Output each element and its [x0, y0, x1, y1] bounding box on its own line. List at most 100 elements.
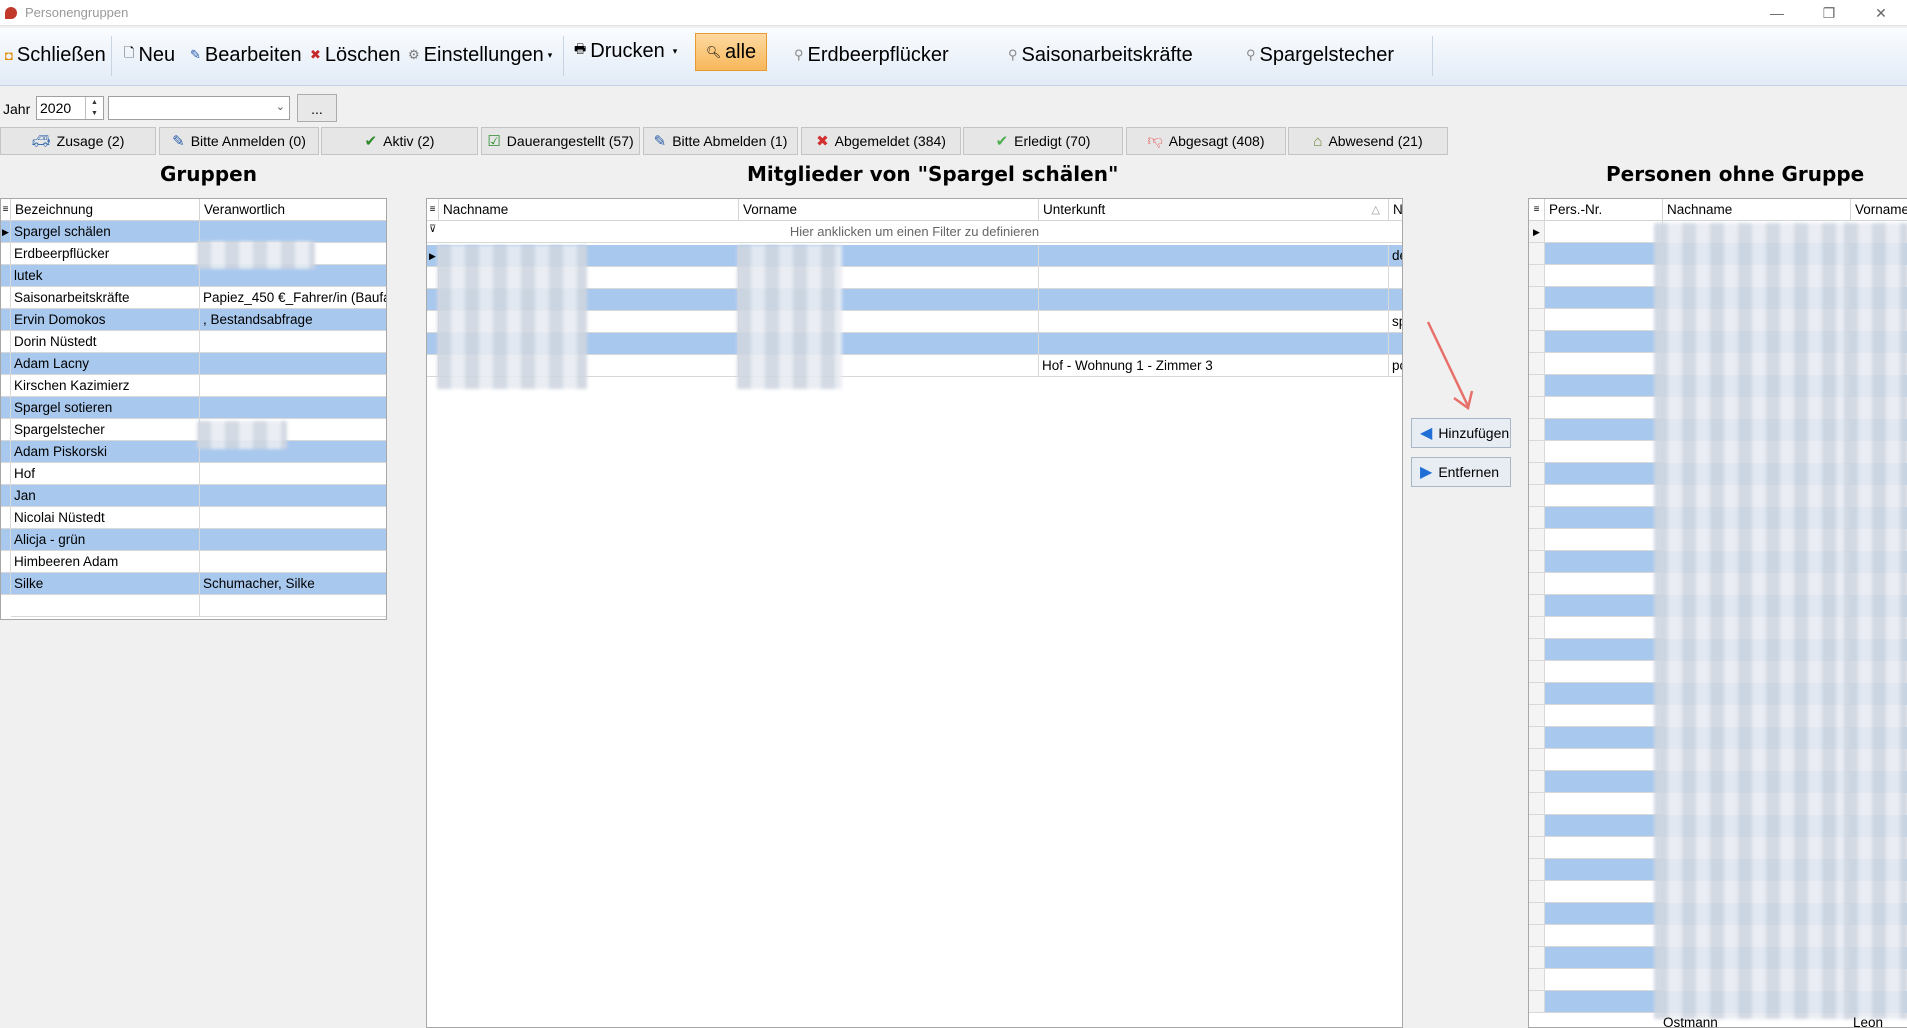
- group-select[interactable]: ⌄: [108, 96, 290, 120]
- row-selector[interactable]: [1529, 837, 1545, 859]
- column-chooser-icon[interactable]: ≡: [1, 199, 11, 221]
- table-row[interactable]: Hof: [1, 463, 386, 485]
- row-indicator-icon[interactable]: ▶: [1529, 221, 1545, 243]
- minimize-button[interactable]: —: [1751, 0, 1803, 26]
- year-spinner[interactable]: 2020 ▲ ▼: [36, 96, 104, 120]
- table-row[interactable]: Erdbeerpflücker: [1, 243, 386, 265]
- row-selector[interactable]: [1, 419, 11, 441]
- row-selector[interactable]: [1, 573, 11, 595]
- column-header-pers-nr[interactable]: Pers.-Nr.: [1545, 199, 1663, 221]
- table-row[interactable]: Spargel sotieren: [1, 397, 386, 419]
- row-selector[interactable]: [1, 331, 11, 353]
- browse-button[interactable]: ...: [297, 94, 337, 122]
- groups-grid[interactable]: ≡ Bezeichnung Veranwortlich ▶ Spargel sch…: [0, 198, 387, 620]
- print-button[interactable]: 🖶 Drucken ▾: [574, 36, 677, 66]
- filter-spargelstecher-button[interactable]: ⚲ Spargelstecher: [1246, 40, 1394, 70]
- row-selector[interactable]: [1529, 331, 1545, 353]
- row-selector[interactable]: [1529, 881, 1545, 903]
- row-selector[interactable]: [1529, 595, 1545, 617]
- row-selector[interactable]: [1529, 375, 1545, 397]
- column-header-nachname[interactable]: Nachname: [439, 199, 739, 221]
- row-selector[interactable]: [1529, 771, 1545, 793]
- row-selector[interactable]: [1529, 287, 1545, 309]
- row-selector[interactable]: [1, 507, 11, 529]
- row-selector[interactable]: [1529, 969, 1545, 991]
- table-row[interactable]: Ervin Domokos, Bestandsabfrage: [1, 309, 386, 331]
- column-header-veranwortlich[interactable]: Veranwortlich: [200, 199, 386, 221]
- table-row[interactable]: ▶ Spargel schälen: [1, 221, 386, 243]
- row-selector[interactable]: [1529, 243, 1545, 265]
- table-row[interactable]: Saisonarbeitskräfte Papiez_450 €_Fahrer/i…: [1, 287, 386, 309]
- status-aktiv-button[interactable]: ✔ Aktiv (2): [321, 127, 478, 155]
- row-selector[interactable]: [1529, 661, 1545, 683]
- row-selector[interactable]: [1529, 815, 1545, 837]
- table-row[interactable]: Himbeeren Adam: [1, 551, 386, 573]
- row-selector[interactable]: [1529, 793, 1545, 815]
- row-selector[interactable]: [1529, 309, 1545, 331]
- ungrouped-grid[interactable]: ≡ Pers.-Nr. Nachname Vorname ▶ Ostmann L…: [1528, 198, 1907, 1028]
- table-row[interactable]: Adam Lacny: [1, 353, 386, 375]
- status-abwesend-button[interactable]: ⌂ Abwesend (21): [1288, 127, 1448, 155]
- row-selector[interactable]: [1529, 683, 1545, 705]
- row-selector[interactable]: [1, 551, 11, 573]
- new-row[interactable]: [1, 595, 386, 617]
- row-selector[interactable]: [1529, 419, 1545, 441]
- new-button[interactable]: 🗋 Neu: [124, 40, 175, 70]
- row-selector[interactable]: [1, 397, 11, 419]
- delete-button[interactable]: ✖ Löschen: [310, 40, 401, 70]
- table-row[interactable]: Silke Schumacher, Silke: [1, 573, 386, 595]
- row-selector[interactable]: [1, 375, 11, 397]
- row-selector[interactable]: [1529, 727, 1545, 749]
- row-selector[interactable]: [1, 441, 11, 463]
- row-selector[interactable]: [1529, 463, 1545, 485]
- row-selector[interactable]: [1529, 573, 1545, 595]
- add-button[interactable]: ◀ Hinzufügen: [1411, 418, 1511, 448]
- edit-button[interactable]: ✎ Bearbeiten: [190, 40, 302, 70]
- row-selector[interactable]: [1, 485, 11, 507]
- row-selector[interactable]: [1529, 507, 1545, 529]
- row-selector[interactable]: [1529, 485, 1545, 507]
- row-selector[interactable]: [1529, 639, 1545, 661]
- column-header-vorname[interactable]: Vorname: [739, 199, 1039, 221]
- table-row[interactable]: Spargelstecher: [1, 419, 386, 441]
- column-header-na[interactable]: Na: [1389, 199, 1402, 221]
- row-selector[interactable]: [1529, 947, 1545, 969]
- row-indicator-icon[interactable]: ▶: [1, 221, 11, 243]
- row-selector[interactable]: [1529, 397, 1545, 419]
- table-row[interactable]: Adam Piskorski: [1, 441, 386, 463]
- row-selector[interactable]: [1, 287, 11, 309]
- row-selector[interactable]: [1, 463, 11, 485]
- column-header-unterkunft[interactable]: Unterkunft △: [1039, 199, 1389, 221]
- table-row[interactable]: Jan: [1, 485, 386, 507]
- column-chooser-icon[interactable]: ≡: [1529, 199, 1545, 221]
- status-erledigt-button[interactable]: ✔ Erledigt (70): [963, 127, 1123, 155]
- status-abgesagt-button[interactable]: 👎︎ Abgesagt (408): [1126, 127, 1286, 155]
- row-selector[interactable]: [1529, 991, 1545, 1013]
- table-row[interactable]: lutek: [1, 265, 386, 287]
- settings-button[interactable]: ⚙ Einstellungen ▾: [408, 40, 552, 70]
- close-button[interactable]: ◘ Schließen: [5, 40, 106, 70]
- close-window-button[interactable]: ✕: [1855, 0, 1907, 26]
- row-selector[interactable]: [1529, 749, 1545, 771]
- status-bitte-anmelden-button[interactable]: ✎ Bitte Anmelden (0): [159, 127, 319, 155]
- table-row[interactable]: Nicolai Nüstedt: [1, 507, 386, 529]
- table-row[interactable]: Alicja - grün: [1, 529, 386, 551]
- row-selector[interactable]: [1529, 617, 1545, 639]
- filter-row[interactable]: ⊽ Hier anklicken um einen Filter zu defi…: [427, 221, 1402, 243]
- table-row[interactable]: Dorin Nüstedt: [1, 331, 386, 353]
- row-selector[interactable]: [1, 529, 11, 551]
- row-selector[interactable]: [1529, 859, 1545, 881]
- row-selector[interactable]: [1529, 705, 1545, 727]
- row-selector[interactable]: [1529, 529, 1545, 551]
- status-zusage-button[interactable]: 🚙︎ Zusage (2): [0, 127, 156, 155]
- status-abgemeldet-button[interactable]: ✖ Abgemeldet (384): [801, 127, 961, 155]
- row-selector[interactable]: [1529, 353, 1545, 375]
- filter-erdbeerpfluecker-button[interactable]: ⚲ Erdbeerpflücker: [794, 40, 949, 70]
- row-selector[interactable]: [1, 243, 11, 265]
- restore-button[interactable]: ❐: [1803, 0, 1855, 26]
- row-selector[interactable]: [1, 353, 11, 375]
- row-selector[interactable]: [1529, 903, 1545, 925]
- row-selector[interactable]: [1529, 925, 1545, 947]
- spinner-arrows-icon[interactable]: ▲ ▼: [85, 97, 103, 119]
- status-dauerangestellt-button[interactable]: ☑ Dauerangestellt (57): [481, 127, 640, 155]
